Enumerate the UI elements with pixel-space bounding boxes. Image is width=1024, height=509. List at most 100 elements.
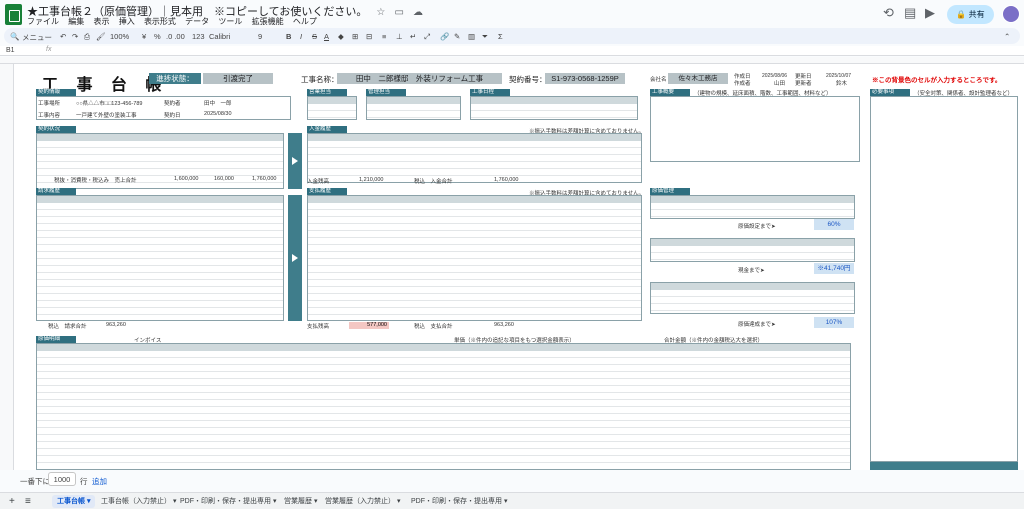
tab-ledger[interactable]: 工事台帳 ▾ (52, 495, 96, 508)
contractor-value[interactable]: 田中 一郎 (204, 99, 232, 107)
author-field[interactable]: 山田 (774, 79, 785, 87)
sheets-logo-icon[interactable] (5, 4, 22, 25)
deposit-balance-label: 入金残高 (307, 179, 330, 185)
section-payment: 支払履歴 (307, 188, 347, 195)
font-select[interactable]: Calibri (209, 32, 230, 41)
move-folder-icon[interactable]: ▭ (394, 7, 403, 18)
tab-pdf-print-2[interactable]: PDF・印刷・保存・提出専用 ▾ (406, 495, 512, 508)
section-deposit: 入金履歴 (307, 126, 347, 133)
schedule-table (470, 96, 638, 120)
search-menus-label[interactable]: メニュー (22, 32, 52, 43)
filter-icon[interactable]: ⏷ (482, 32, 488, 42)
tab-pdf-print[interactable]: PDF・印刷・保存・提出専用 ▾ (175, 495, 281, 508)
tab-sales-history[interactable]: 営業履歴 ▾ (279, 495, 322, 508)
menu-insert[interactable]: 挿入 (119, 17, 135, 26)
history-icon[interactable]: ⟲ (883, 6, 894, 20)
row-headers[interactable] (0, 64, 14, 470)
menu-tools[interactable]: ツール (218, 17, 242, 26)
chart-icon[interactable]: ▥ (468, 32, 475, 41)
sheet-grid[interactable]: 工 事 台 帳 進捗状態： 引渡完了 工事名称： 田中 二郎様邸 外装リフォーム… (14, 64, 1024, 470)
section-contract-status: 契約状況 (36, 126, 76, 133)
notes-footer (870, 462, 1018, 470)
functions-icon[interactable]: Σ (498, 32, 503, 41)
merge-cells-icon[interactable]: ⊟ (366, 32, 372, 41)
fill-color-icon[interactable]: ◆ (338, 32, 344, 41)
meet-icon[interactable]: ▶ (925, 6, 935, 20)
invoice-total-label: 税込 請求合計 (48, 324, 87, 330)
collapse-toolbar-icon[interactable]: ⌃ (1004, 32, 1010, 41)
link-icon[interactable]: 🔗 (440, 32, 449, 41)
undo-icon[interactable]: ↶ (60, 32, 66, 41)
menu-help[interactable]: ヘルプ (293, 17, 317, 26)
status-dropdown[interactable]: 引渡完了 (203, 73, 273, 84)
percent-format-button[interactable]: % (154, 32, 161, 41)
deposit-sum-label: 税込 入金合計 (414, 179, 453, 185)
deposit-table[interactable] (307, 133, 642, 183)
contract-date-value[interactable]: 2025/08/30 (204, 111, 232, 117)
menu-file[interactable]: ファイル (27, 17, 59, 26)
actual-cost-table[interactable] (650, 238, 855, 262)
contract-total-tax: 160,000 (214, 176, 234, 182)
decimal-buttons[interactable]: .0 .00 (166, 32, 185, 41)
star-icon[interactable]: ☆ (376, 7, 385, 18)
menu-format[interactable]: 表示形式 (144, 17, 176, 26)
add-sheet-icon[interactable]: + (4, 495, 20, 508)
borders-icon[interactable]: ⊞ (352, 32, 358, 41)
company-field[interactable]: 佐々木工務店 (668, 73, 728, 84)
construction-textarea[interactable] (650, 96, 860, 162)
deposit-arrow-icon (288, 133, 302, 189)
paint-format-icon[interactable]: 🖌 (96, 32, 106, 41)
font-size-input[interactable]: 9 (258, 32, 262, 41)
bold-button[interactable]: B (286, 32, 291, 41)
tab-sales-history-locked[interactable]: 営業履歴（入力禁止） ▾ (320, 495, 405, 508)
contractor-label: 契約者 (164, 101, 181, 107)
project-name-field[interactable]: 田中 二郎様邸 外装リフォーム工事 (337, 73, 502, 84)
column-headers[interactable] (0, 57, 1024, 64)
menu-edit[interactable]: 編集 (68, 17, 84, 26)
menu-view[interactable]: 表示 (93, 17, 109, 26)
all-sheets-icon[interactable]: ≡ (20, 495, 36, 508)
align-left-icon[interactable]: ≡ (382, 32, 386, 41)
name-box[interactable]: B1 (6, 47, 15, 54)
cloud-status-icon[interactable]: ☁ (413, 7, 423, 18)
currency-format-button[interactable]: ¥ (142, 32, 146, 41)
search-menus-icon[interactable]: 🔍 (10, 32, 19, 41)
print-icon[interactable]: ⎙ (84, 32, 90, 42)
add-rows-label: 一番下に (20, 477, 50, 486)
deposit-balance-value: 1,210,000 (359, 177, 384, 183)
payment-sum-value: 963,260 (494, 322, 514, 328)
contract-no-field[interactable]: S1-973-0568-1259P (545, 73, 625, 84)
text-color-button[interactable]: A (324, 32, 329, 41)
wrap-icon[interactable]: ↵ (410, 32, 416, 41)
menu-extensions[interactable]: 拡張機能 (252, 17, 284, 26)
avatar[interactable] (1002, 5, 1020, 23)
profit-set-value: 60% (814, 219, 854, 230)
notes-textarea[interactable] (870, 96, 1018, 462)
input-color-warning: ※この背景色のセルが入力するところです。 (872, 77, 1002, 84)
tab-ledger-locked[interactable]: 工事台帳（入力禁止） ▾ (96, 495, 181, 508)
valign-icon[interactable]: ⊥ (396, 32, 403, 41)
budget-table[interactable] (650, 195, 855, 219)
rotate-icon[interactable]: ⤢ (424, 32, 430, 42)
zoom-select[interactable]: 100% (110, 32, 129, 41)
payment-table[interactable] (307, 195, 642, 321)
contract-content-value[interactable]: 一戸建て外壁の塗装工事 (76, 111, 137, 119)
contract-place-value[interactable]: ○○県△△市□□123-456-789 (76, 99, 142, 107)
share-button[interactable]: 🔒 共有 (947, 5, 994, 24)
number-format-button[interactable]: 123 (192, 32, 205, 41)
italic-button[interactable]: I (300, 32, 302, 41)
strikethrough-button[interactable]: S (312, 32, 317, 41)
menu-data[interactable]: データ (185, 17, 209, 26)
comment-icon[interactable]: ✎ (454, 32, 460, 41)
section-detail: 原価明細 (36, 336, 76, 343)
contract-total-gross: 1,760,000 (252, 176, 277, 182)
cost-breakdown-table[interactable] (650, 282, 855, 314)
add-rows-button[interactable]: 追加 (92, 476, 107, 487)
comments-icon[interactable]: ▤ (904, 6, 916, 20)
add-rows-input[interactable]: 1000 (48, 472, 76, 486)
redo-icon[interactable]: ↷ (72, 32, 78, 41)
cost-detail-table[interactable] (36, 343, 851, 470)
section-notes: 必要事項 (870, 89, 910, 96)
updater-field[interactable]: 鈴木 (836, 79, 847, 87)
invoice-table[interactable] (36, 195, 284, 321)
